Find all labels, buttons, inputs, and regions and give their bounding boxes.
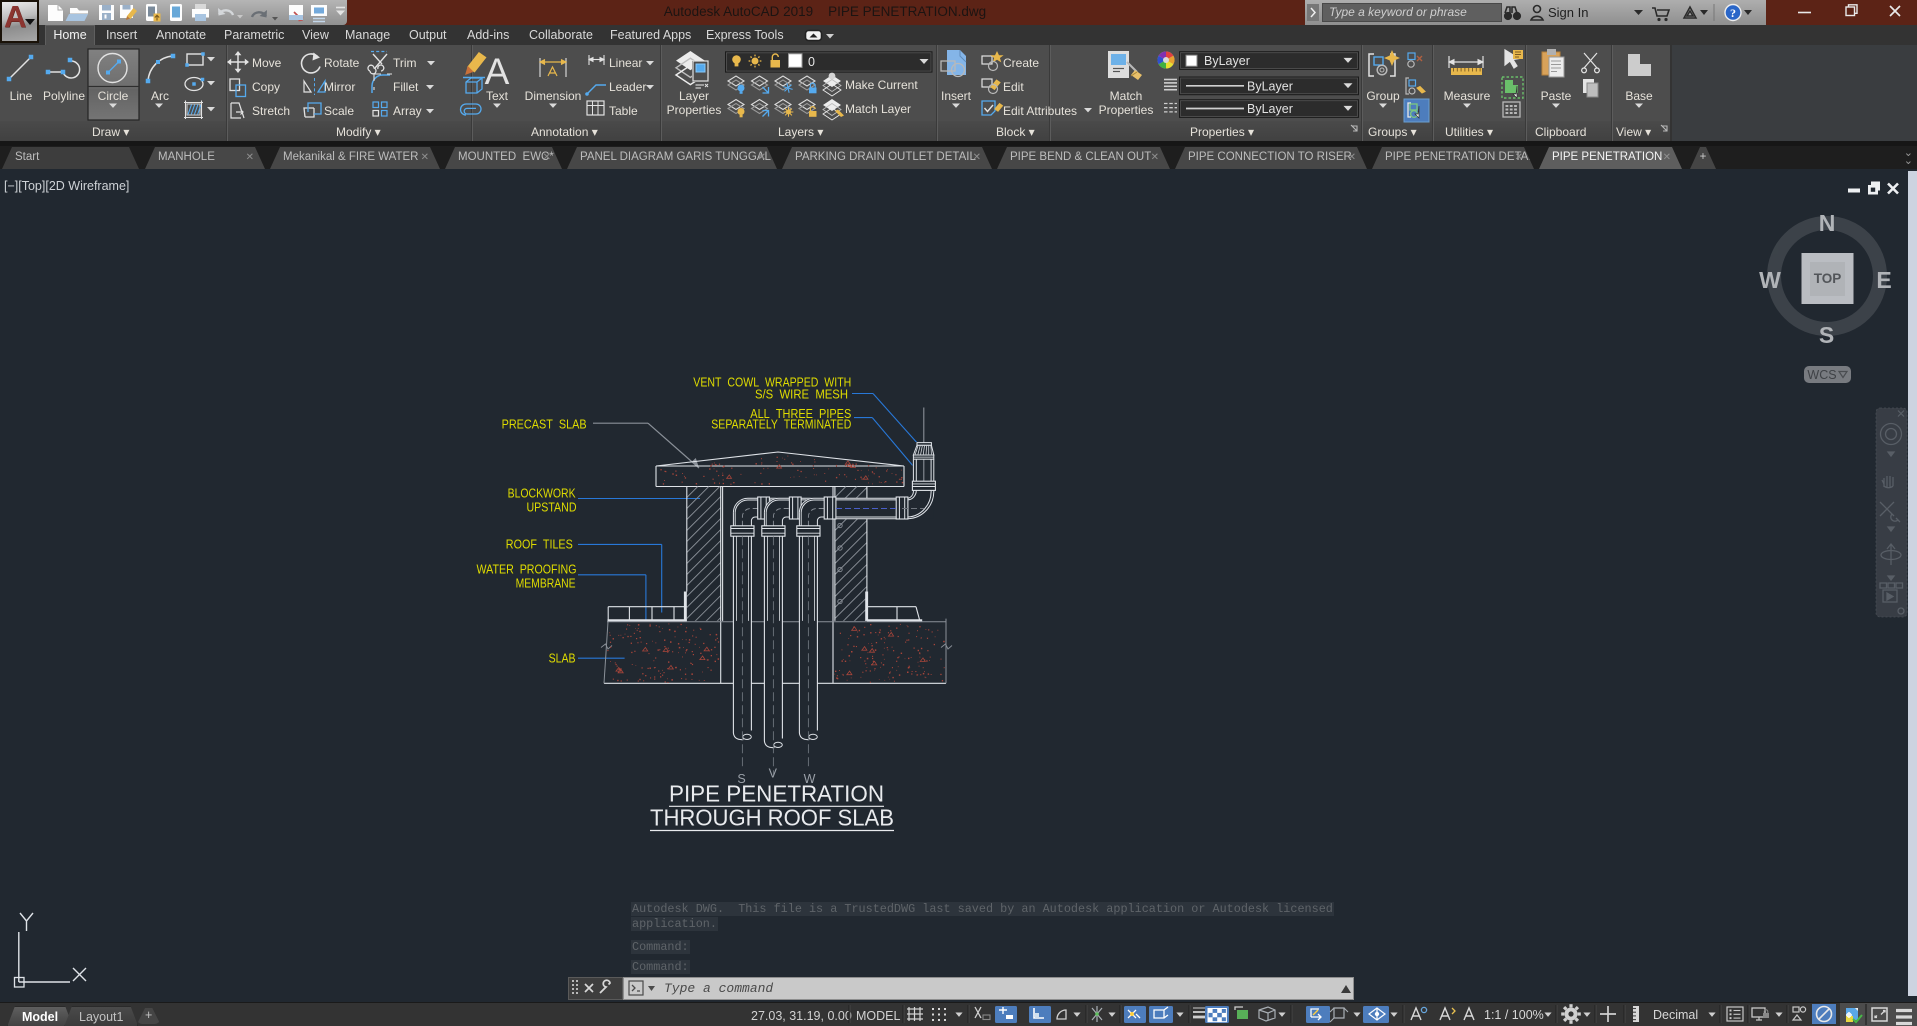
svg-text:?: ?: [1730, 6, 1736, 20]
